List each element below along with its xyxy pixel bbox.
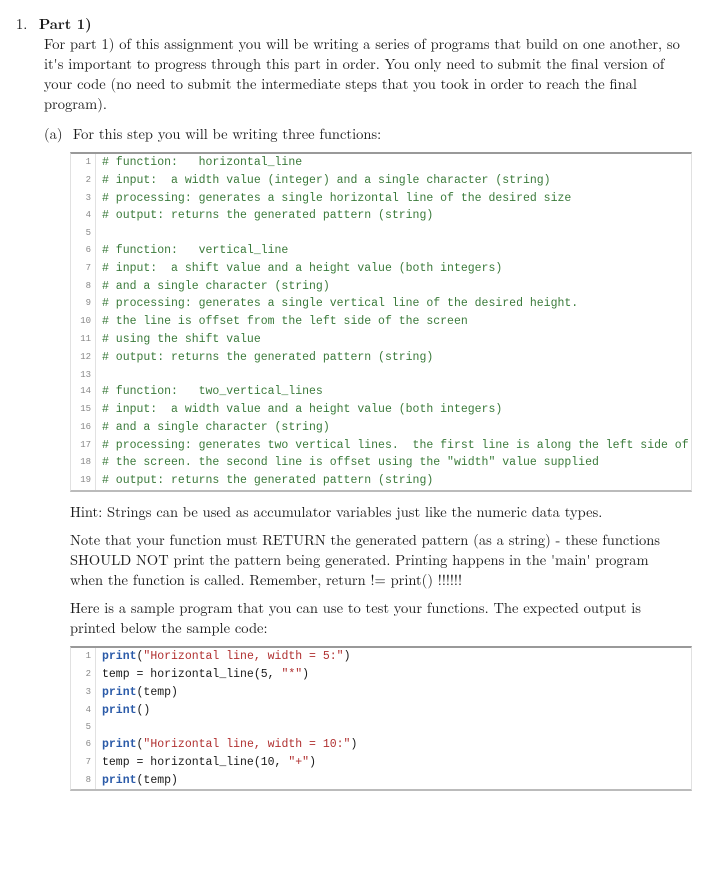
code-line: 14# function: two_vertical_lines (71, 383, 691, 401)
line-content: print() (96, 702, 691, 720)
code-line: 12# output: returns the generated patter… (71, 349, 691, 367)
line-number: 3 (71, 684, 96, 702)
sub-a-text: For this step you will be writing three … (73, 124, 381, 144)
line-number: 16 (71, 419, 96, 437)
line-number: 8 (71, 772, 96, 790)
line-number: 7 (71, 754, 96, 772)
line-number: 1 (71, 154, 96, 172)
code-line: 1print("Horizontal line, width = 5:") (71, 648, 691, 666)
note-paragraph: Note that your function must RETURN the … (70, 530, 682, 590)
line-content: # output: returns the generated pattern … (96, 349, 691, 367)
code-line: 19# output: returns the generated patter… (71, 472, 691, 490)
code-line: 15# input: a width value and a height va… (71, 401, 691, 419)
code-line: 5 (71, 225, 691, 242)
line-content: # input: a width value and a height valu… (96, 401, 691, 419)
line-content: print(temp) (96, 772, 691, 790)
code-line: 16# and a single character (string) (71, 419, 691, 437)
line-number: 8 (71, 278, 96, 296)
line-number: 11 (71, 331, 96, 349)
line-number: 13 (71, 367, 96, 384)
hint-paragraph: Hint: Strings can be used as accumulator… (70, 502, 682, 522)
line-number: 4 (71, 207, 96, 225)
code-line: 6print("Horizontal line, width = 10:") (71, 736, 691, 754)
line-content: print("Horizontal line, width = 5:") (96, 648, 691, 666)
sub-item-a: (a) For this step you will be writing th… (44, 124, 685, 144)
line-content: temp = horizontal_line(5, "*") (96, 666, 691, 684)
code-line: 11# using the shift value (71, 331, 691, 349)
line-content: # processing: generates two vertical lin… (96, 437, 691, 455)
code-line: 8# and a single character (string) (71, 278, 691, 296)
line-number: 17 (71, 437, 96, 455)
code-line: 7temp = horizontal_line(10, "+") (71, 754, 691, 772)
line-content: # and a single character (string) (96, 419, 691, 437)
code-line: 3# processing: generates a single horizo… (71, 190, 691, 208)
intro-paragraph: For part 1) of this assignment you will … (44, 34, 685, 114)
sample-paragraph: Here is a sample program that you can us… (70, 598, 682, 638)
code-line: 1# function: horizontal_line (71, 154, 691, 172)
line-content: temp = horizontal_line(10, "+") (96, 754, 691, 772)
line-number: 5 (71, 719, 96, 736)
line-content: print("Horizontal line, width = 10:") (96, 736, 691, 754)
code-block-2: 1print("Horizontal line, width = 5:")2te… (70, 646, 692, 791)
line-number: 10 (71, 313, 96, 331)
line-content: # processing: generates a single horizon… (96, 190, 691, 208)
line-content: print(temp) (96, 684, 691, 702)
line-number: 7 (71, 260, 96, 278)
line-content (96, 225, 691, 242)
line-content: # the line is offset from the left side … (96, 313, 691, 331)
line-content: # the screen. the second line is offset … (96, 454, 691, 472)
line-content: # function: horizontal_line (96, 154, 691, 172)
line-number: 2 (71, 172, 96, 190)
code-line: 2temp = horizontal_line(5, "*") (71, 666, 691, 684)
line-number: 6 (71, 242, 96, 260)
code-line: 18# the screen. the second line is offse… (71, 454, 691, 472)
line-number: 6 (71, 736, 96, 754)
line-number: 5 (71, 225, 96, 242)
line-number: 15 (71, 401, 96, 419)
code-block-1: 1# function: horizontal_line2# input: a … (70, 152, 692, 492)
list-item-1: 1. Part 1) For part 1) of this assignmen… (16, 14, 685, 791)
item-number: 1. (16, 14, 34, 34)
code-line: 4# output: returns the generated pattern… (71, 207, 691, 225)
line-number: 2 (71, 666, 96, 684)
line-number: 18 (71, 454, 96, 472)
line-number: 12 (71, 349, 96, 367)
line-content: # processing: generates a single vertica… (96, 295, 691, 313)
line-content: # input: a width value (integer) and a s… (96, 172, 691, 190)
line-content (96, 367, 691, 384)
code-line: 10# the line is offset from the left sid… (71, 313, 691, 331)
line-number: 1 (71, 648, 96, 666)
line-number: 4 (71, 702, 96, 720)
line-number: 19 (71, 472, 96, 490)
line-content: # function: two_vertical_lines (96, 383, 691, 401)
code-line: 2# input: a width value (integer) and a … (71, 172, 691, 190)
code-line: 4print() (71, 702, 691, 720)
line-content: # using the shift value (96, 331, 691, 349)
line-number: 9 (71, 295, 96, 313)
part-title: Part 1) (39, 14, 92, 34)
line-content: # and a single character (string) (96, 278, 691, 296)
code-line: 9# processing: generates a single vertic… (71, 295, 691, 313)
line-content: # output: returns the generated pattern … (96, 472, 691, 490)
line-content (96, 719, 691, 736)
line-content: # input: a shift value and a height valu… (96, 260, 691, 278)
line-content: # function: vertical_line (96, 242, 691, 260)
code-line: 13 (71, 367, 691, 384)
code-line: 6# function: vertical_line (71, 242, 691, 260)
code-line: 5 (71, 719, 691, 736)
code-line: 8print(temp) (71, 772, 691, 790)
code-line: 7# input: a shift value and a height val… (71, 260, 691, 278)
code-line: 3print(temp) (71, 684, 691, 702)
sub-label-a: (a) (44, 124, 68, 144)
code-line: 17# processing: generates two vertical l… (71, 437, 691, 455)
line-number: 14 (71, 383, 96, 401)
line-number: 3 (71, 190, 96, 208)
line-content: # output: returns the generated pattern … (96, 207, 691, 225)
